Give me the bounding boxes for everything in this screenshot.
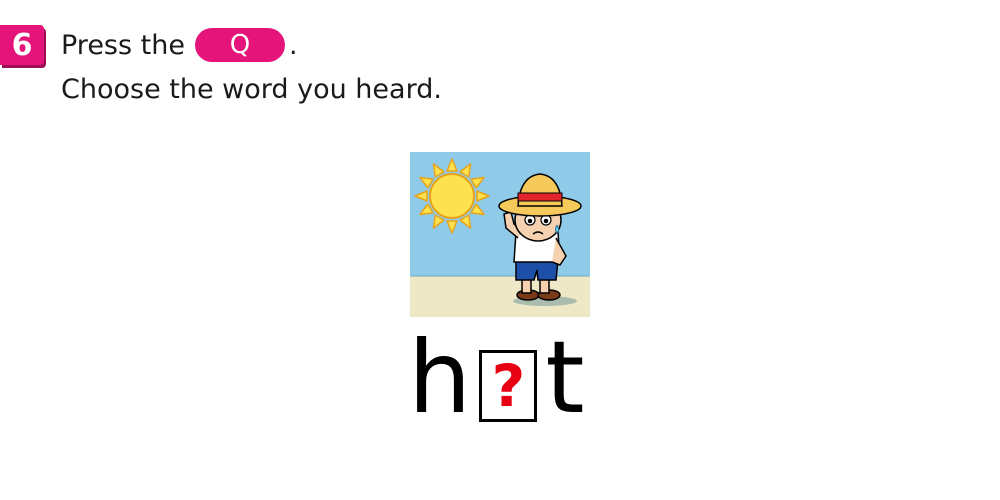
missing-letter-box[interactable]: ? [479, 349, 538, 422]
question-number-badge: 6 [0, 25, 44, 65]
instruction-press-text: Press the [61, 29, 185, 61]
word-last-letter: t [545, 318, 585, 436]
hot-day-illustration [410, 152, 590, 317]
ground [410, 276, 590, 317]
word-first-letter: h [408, 318, 472, 436]
target-word: h ? t [408, 318, 585, 436]
instruction-line-2: Choose the word you heard. [61, 74, 442, 105]
play-audio-button[interactable]: Q [194, 28, 285, 62]
instruction-line-1: Press the Q . [61, 26, 298, 64]
instruction-period: . [288, 29, 298, 61]
